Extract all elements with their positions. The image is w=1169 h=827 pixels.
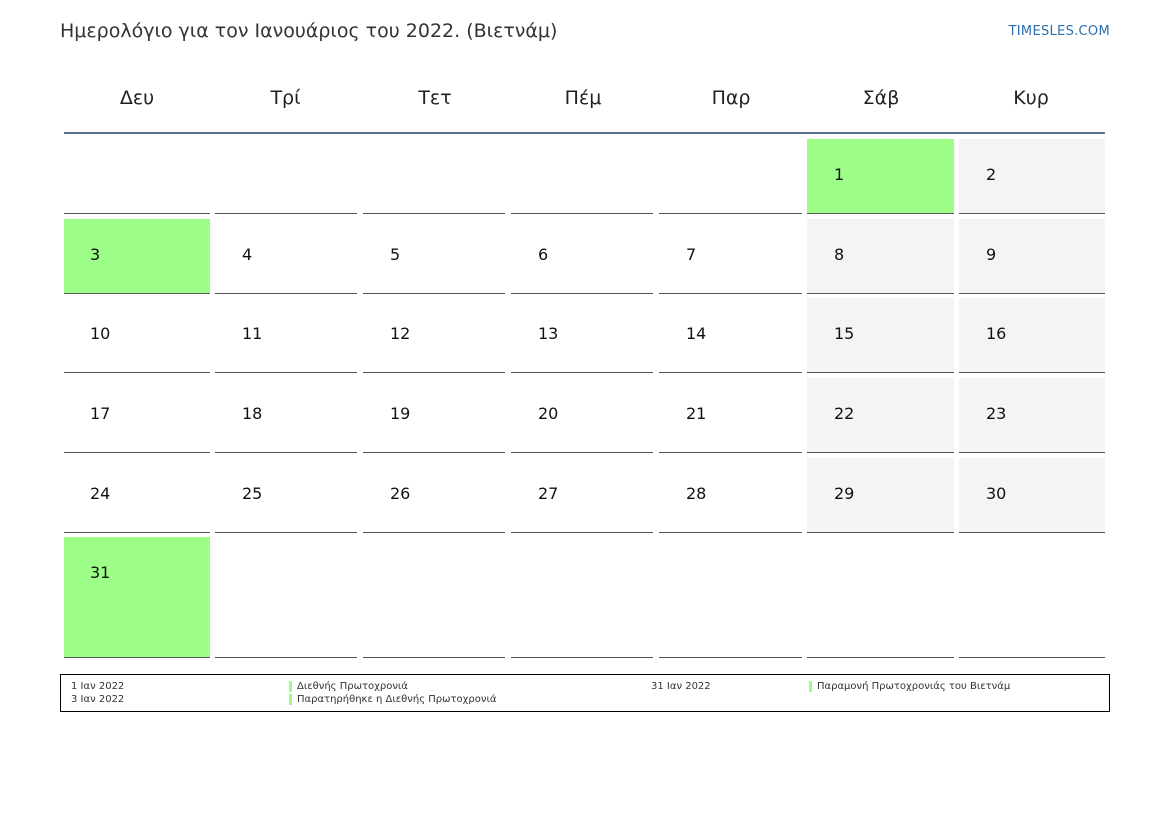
empty-day-cell — [659, 139, 802, 214]
day-cell-26[interactable]: 26 — [363, 458, 505, 533]
day-cell-8[interactable]: 8 — [807, 219, 954, 294]
day-number: 7 — [686, 245, 697, 264]
day-cell-7[interactable]: 7 — [659, 219, 802, 294]
day-number: 11 — [242, 324, 263, 343]
day-cell-9[interactable]: 9 — [959, 219, 1105, 294]
day-cell-20[interactable]: 20 — [511, 378, 653, 453]
day-number: 2 — [986, 165, 997, 184]
weekday-label: Δευ — [119, 87, 155, 109]
day-number: 27 — [538, 484, 559, 503]
weekday-label: Σάβ — [862, 87, 900, 109]
day-number: 26 — [390, 484, 411, 503]
day-cell-28[interactable]: 28 — [659, 458, 802, 533]
empty-day-cell — [64, 139, 210, 214]
day-number: 4 — [242, 245, 253, 264]
day-number: 19 — [390, 404, 411, 423]
weekday-header-row: Δευ Τρί Τετ Πέμ Παρ Σάβ Κυρ — [64, 68, 1105, 134]
day-number: 23 — [986, 404, 1007, 423]
legend-holiday-name: Παρατηρήθηκε η Διεθνής Πρωτοχρονιά — [289, 694, 496, 705]
day-number: 15 — [834, 324, 855, 343]
day-cell-16[interactable]: 16 — [959, 298, 1105, 373]
page-title: Ημερολόγιο για τον Ιανουάριος του 2022. … — [60, 20, 558, 42]
legend-date: 31 Ιαν 2022 — [651, 681, 711, 692]
day-number: 18 — [242, 404, 263, 423]
holiday-legend: 1 Ιαν 2022 Διεθνής Πρωτοχρονιά 3 Ιαν 2022 Π… — [60, 674, 1110, 712]
day-cell-13[interactable]: 13 — [511, 298, 653, 373]
legend-holiday-name: Διεθνής Πρωτοχρονιά — [289, 681, 408, 692]
weekday-label: Κυρ — [1013, 87, 1049, 109]
day-cell-12[interactable]: 12 — [363, 298, 505, 373]
day-cell-31[interactable]: 31 — [64, 537, 210, 658]
day-cell-24[interactable]: 24 — [64, 458, 210, 533]
day-number: 14 — [686, 324, 707, 343]
day-number: 28 — [686, 484, 707, 503]
day-number: 6 — [538, 245, 549, 264]
empty-day-cell — [959, 537, 1105, 658]
empty-day-cell — [363, 139, 505, 214]
day-cell-29[interactable]: 29 — [807, 458, 954, 533]
day-number: 30 — [986, 484, 1007, 503]
day-cell-5[interactable]: 5 — [363, 219, 505, 294]
day-number: 1 — [834, 165, 845, 184]
day-cell-19[interactable]: 19 — [363, 378, 505, 453]
day-number: 13 — [538, 324, 559, 343]
day-number: 29 — [834, 484, 855, 503]
brand-link[interactable]: TIMESLES.COM — [1009, 24, 1110, 39]
day-cell-27[interactable]: 27 — [511, 458, 653, 533]
day-number: 25 — [242, 484, 263, 503]
day-cell-17[interactable]: 17 — [64, 378, 210, 453]
empty-day-cell — [215, 139, 357, 214]
day-cell-25[interactable]: 25 — [215, 458, 357, 533]
day-number: 17 — [90, 404, 111, 423]
day-number: 12 — [390, 324, 411, 343]
day-number: 10 — [90, 324, 111, 343]
weekday-label: Τετ — [418, 87, 452, 109]
legend-date: 3 Ιαν 2022 — [71, 694, 125, 705]
empty-day-cell — [659, 537, 802, 658]
day-number: 31 — [90, 563, 111, 582]
day-number: 5 — [390, 245, 401, 264]
empty-day-cell — [363, 537, 505, 658]
day-cell-21[interactable]: 21 — [659, 378, 802, 453]
empty-day-cell — [215, 537, 357, 658]
day-number: 3 — [90, 245, 101, 264]
day-number: 9 — [986, 245, 997, 264]
empty-day-cell — [807, 537, 954, 658]
day-cell-30[interactable]: 30 — [959, 458, 1105, 533]
day-number: 8 — [834, 245, 845, 264]
day-cell-3[interactable]: 3 — [64, 219, 210, 294]
day-cell-22[interactable]: 22 — [807, 378, 954, 453]
day-number: 24 — [90, 484, 111, 503]
day-cell-2[interactable]: 2 — [959, 139, 1105, 214]
day-cell-11[interactable]: 11 — [215, 298, 357, 373]
day-number: 21 — [686, 404, 707, 423]
day-number: 20 — [538, 404, 559, 423]
day-cell-23[interactable]: 23 — [959, 378, 1105, 453]
legend-holiday-name: Παραμονή Πρωτοχρονιάς του Βιετνάμ — [809, 681, 1010, 692]
day-number: 22 — [834, 404, 855, 423]
weekday-label: Πέμ — [564, 87, 602, 109]
empty-day-cell — [511, 537, 653, 658]
weekday-label: Τρί — [270, 87, 301, 109]
weekday-label: Παρ — [711, 87, 751, 109]
day-cell-18[interactable]: 18 — [215, 378, 357, 453]
day-cell-10[interactable]: 10 — [64, 298, 210, 373]
day-number: 16 — [986, 324, 1007, 343]
day-cell-6[interactable]: 6 — [511, 219, 653, 294]
day-cell-4[interactable]: 4 — [215, 219, 357, 294]
day-cell-14[interactable]: 14 — [659, 298, 802, 373]
day-cell-15[interactable]: 15 — [807, 298, 954, 373]
day-cell-1[interactable]: 1 — [807, 139, 954, 214]
legend-date: 1 Ιαν 2022 — [71, 681, 125, 692]
empty-day-cell — [511, 139, 653, 214]
